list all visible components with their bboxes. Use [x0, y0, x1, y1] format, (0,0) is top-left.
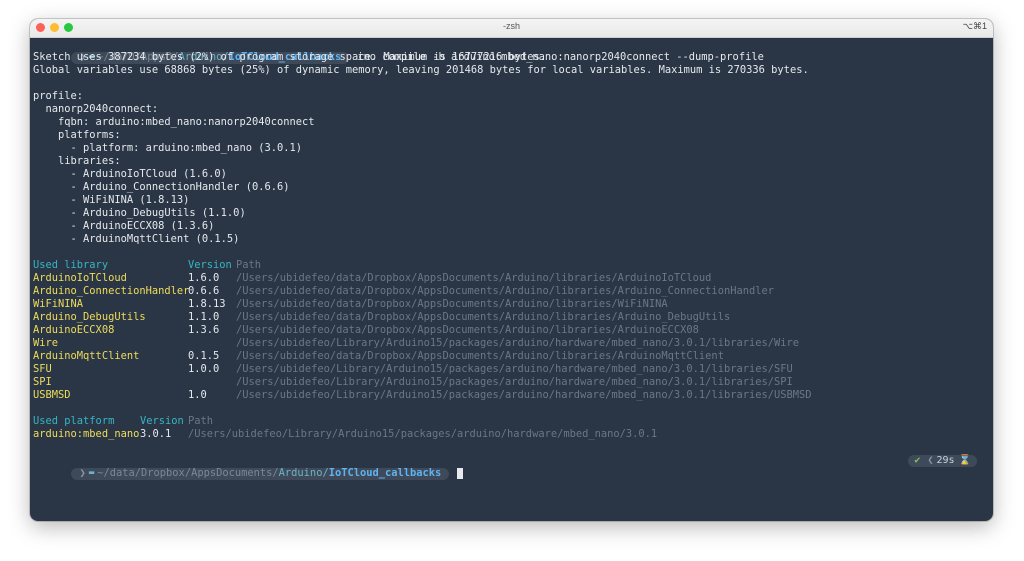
library-version: 0.1.5 [188, 350, 220, 362]
library-name: Arduino_DebugUtils [33, 311, 146, 323]
library-version: 1.0.0 [188, 363, 220, 375]
hourglass-icon: ⌛ [958, 455, 971, 466]
library-path: /Users/ubidefeo/data/Dropbox/AppsDocumen… [236, 350, 724, 362]
output-line: - ArduinoIoTCloud (1.6.0) [33, 168, 227, 180]
libraries-header-row: Used library Version Path [33, 259, 989, 272]
libraries-header-path: Path [236, 259, 262, 271]
library-path: /Users/ubidefeo/Library/Arduino15/packag… [236, 389, 812, 401]
prompt-line-1: ❯ ▬ ~/da/D/AppsD/Arduino/IoTCloud_callba… [33, 38, 989, 64]
prompt-path-prefix: ~/data/Dropbox/AppsDocuments/ [97, 467, 279, 479]
library-version: 1.1.0 [188, 311, 220, 323]
table-row: ArduinoMqttClient 0.1.5/Users/ubidefeo/da… [33, 350, 989, 363]
library-name: WiFiNINA [33, 298, 84, 310]
table-row: ArduinoIoTCloud 1.6.0/Users/ubidefeo/data… [33, 272, 989, 285]
check-icon: ✔ [914, 455, 921, 466]
output-line: Sketch uses 387234 bytes (2%) of program… [33, 51, 546, 63]
output-line: nanorp2040connect: [33, 103, 159, 115]
output-line: - platform: arduino:mbed_nano (3.0.1) [33, 142, 302, 154]
platform-header-version: Version [140, 415, 184, 427]
table-row: Wire/Users/ubidefeo/Library/Arduino15/pa… [33, 337, 989, 350]
output-line: - Arduino_DebugUtils (1.1.0) [33, 207, 246, 219]
table-row: SFU 1.0.0/Users/ubidefeo/Library/Arduino1… [33, 363, 989, 376]
library-name: SFU [33, 363, 52, 375]
table-row: ArduinoECCX08 1.3.6/Users/ubidefeo/data/D… [33, 324, 989, 337]
library-path: /Users/ubidefeo/data/Dropbox/AppsDocumen… [236, 298, 668, 310]
library-path: /Users/ubidefeo/data/Dropbox/AppsDocumen… [236, 272, 712, 284]
libraries-header-version: Version [188, 259, 232, 271]
prompt-line-2: ❯ ▬ ~/data/Dropbox/AppsDocuments/Arduino… [33, 454, 989, 480]
platform-header-name: Used platform [33, 415, 115, 427]
library-path: /Users/ubidefeo/Library/Arduino15/packag… [236, 337, 800, 349]
platform-table: arduino:mbed_nano3.0.1/Users/ubidefeo/Li… [33, 428, 989, 441]
text-cursor[interactable] [457, 468, 464, 479]
library-name: Wire [33, 337, 59, 349]
command-output: Sketch uses 387234 bytes (2%) of program… [33, 51, 989, 259]
library-name: ArduinoMqttClient [33, 350, 140, 362]
platform-name: arduino:mbed_nano [33, 428, 140, 440]
library-name: SPI [33, 376, 52, 388]
table-row: Arduino_ConnectionHandler0.6.6/Users/ubi… [33, 285, 989, 298]
library-name: ArduinoIoTCloud [33, 272, 127, 284]
table-row: arduino:mbed_nano3.0.1/Users/ubidefeo/Li… [33, 428, 989, 441]
library-name: Arduino_ConnectionHandler [33, 285, 190, 297]
table-row: WiFiNINA 1.8.13/Users/ubidefeo/data/Dropb… [33, 298, 989, 311]
table-row: USBMSD 1.0/Users/ubidefeo/Library/Arduino… [33, 389, 989, 402]
terminal-output[interactable]: ❯ ▬ ~/da/D/AppsD/Arduino/IoTCloud_callba… [33, 38, 989, 480]
library-version: 0.6.6 [188, 285, 220, 297]
library-path: /Users/ubidefeo/Library/Arduino15/packag… [236, 376, 793, 388]
window-title: -zsh [502, 21, 520, 31]
platform-path: /Users/ubidefeo/Library/Arduino15/packag… [188, 428, 658, 440]
table-row: Arduino_DebugUtils 1.1.0/Users/ubidefeo/d… [33, 311, 989, 324]
output-line: libraries: [33, 155, 121, 167]
output-line: Global variables use 68868 bytes (25%) o… [33, 64, 809, 76]
library-version: 1.0 [188, 389, 207, 401]
library-path: /Users/ubidefeo/data/Dropbox/AppsDocumen… [236, 311, 731, 323]
elapsed-time: 29s [936, 455, 955, 466]
terminal-window: -zsh ⌥⌘1 ❯ ▬ ~/da/D/AppsD/Arduino/IoTClo… [30, 19, 993, 521]
table-row: SPI/Users/ubidefeo/Library/Arduino15/pac… [33, 376, 989, 389]
output-line: - WiFiNINA (1.8.13) [33, 194, 190, 206]
prompt-segment: ❯ ▬ ~/data/Dropbox/AppsDocuments/Arduino… [70, 467, 450, 480]
output-line: platforms: [33, 129, 121, 141]
title-bar: -zsh ⌥⌘1 [30, 19, 993, 38]
library-version: 1.3.6 [188, 324, 220, 336]
platform-version: 3.0.1 [140, 428, 172, 440]
library-version: 1.8.13 [188, 298, 226, 310]
prompt-path-current: IoTCloud_callbacks [328, 467, 442, 479]
output-line: fqbn: arduino:mbed_nano:nanorp2040connec… [33, 116, 315, 128]
library-version: 1.6.0 [188, 272, 220, 284]
output-line: profile: [33, 90, 84, 102]
library-path: /Users/ubidefeo/Library/Arduino15/packag… [236, 363, 793, 375]
prompt-path-mid: Arduino/ [278, 467, 329, 479]
libraries-table: ArduinoIoTCloud 1.6.0/Users/ubidefeo/data… [33, 272, 989, 402]
output-line: - Arduino_ConnectionHandler (0.6.6) [33, 181, 290, 193]
window-shortcut: ⌥⌘1 [962, 21, 987, 31]
chevron-left-icon: ❮ [927, 455, 934, 466]
library-path: /Users/ubidefeo/data/Dropbox/AppsDocumen… [236, 285, 774, 297]
output-line: - ArduinoECCX08 (1.3.6) [33, 220, 215, 232]
folder-icon: ▬ [88, 468, 95, 478]
chevron-right-icon: ❯ [79, 467, 86, 479]
library-name: ArduinoECCX08 [33, 324, 115, 336]
status-segment: ✔ ❮ 29s ⌛ [908, 454, 977, 467]
library-name: USBMSD [33, 389, 71, 401]
library-path: /Users/ubidefeo/data/Dropbox/AppsDocumen… [236, 324, 699, 336]
platform-header-row: Used platform Version Path [33, 415, 989, 428]
output-line: - ArduinoMqttClient (0.1.5) [33, 233, 240, 245]
libraries-header-name: Used library [33, 259, 109, 271]
platform-header-path: Path [188, 415, 214, 427]
